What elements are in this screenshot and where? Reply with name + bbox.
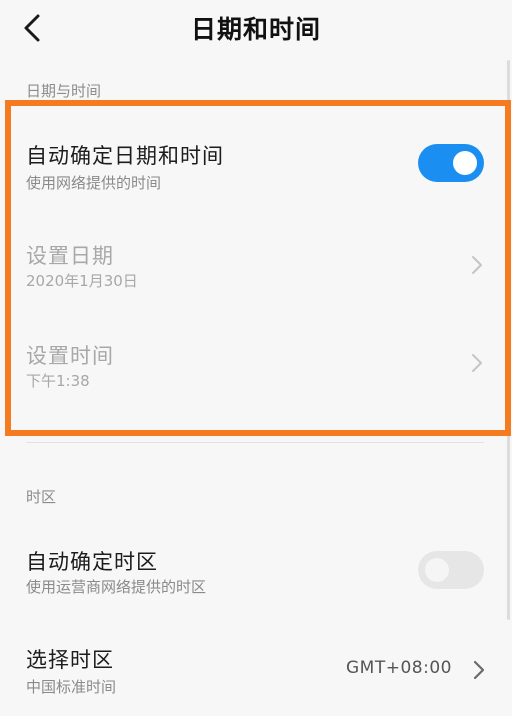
- chevron-right-icon: [470, 352, 484, 378]
- set-time-value: 下午1:38: [26, 372, 90, 390]
- auto-timezone-toggle[interactable]: [418, 551, 484, 589]
- set-time-row[interactable]: 设置时间 下午1:38: [0, 322, 512, 412]
- header: 日期和时间: [0, 0, 512, 60]
- auto-timezone-subtitle: 使用运营商网络提供的时区: [26, 578, 207, 596]
- select-timezone-row[interactable]: 选择时区 中国标准时间 GMT+08:00: [0, 628, 512, 714]
- section-header-date-time: 日期与时间: [26, 82, 102, 100]
- timezone-value: GMT+08:00: [346, 658, 452, 678]
- select-timezone-subtitle: 中国标准时间: [26, 678, 117, 696]
- page-title: 日期和时间: [190, 15, 321, 44]
- section-header-timezone: 时区: [26, 488, 57, 506]
- auto-datetime-row[interactable]: 自动确定日期和时间 使用网络提供的时间: [0, 124, 512, 212]
- toggle-knob: [453, 151, 477, 175]
- auto-datetime-subtitle: 使用网络提供的时间: [26, 174, 162, 192]
- auto-timezone-row[interactable]: 自动确定时区 使用运营商网络提供的时区: [0, 530, 512, 616]
- toggle-knob: [425, 558, 449, 582]
- set-time-title: 设置时间: [26, 344, 114, 368]
- auto-datetime-title: 自动确定日期和时间: [26, 144, 224, 168]
- section-divider: [26, 442, 484, 443]
- set-date-title: 设置日期: [26, 244, 114, 268]
- chevron-right-icon: [472, 659, 486, 685]
- set-date-row[interactable]: 设置日期 2020年1月30日: [0, 222, 512, 312]
- select-timezone-title: 选择时区: [26, 648, 114, 672]
- chevron-right-icon: [470, 254, 484, 280]
- set-date-value: 2020年1月30日: [26, 272, 138, 290]
- auto-datetime-toggle[interactable]: [418, 144, 484, 182]
- auto-timezone-title: 自动确定时区: [26, 550, 158, 574]
